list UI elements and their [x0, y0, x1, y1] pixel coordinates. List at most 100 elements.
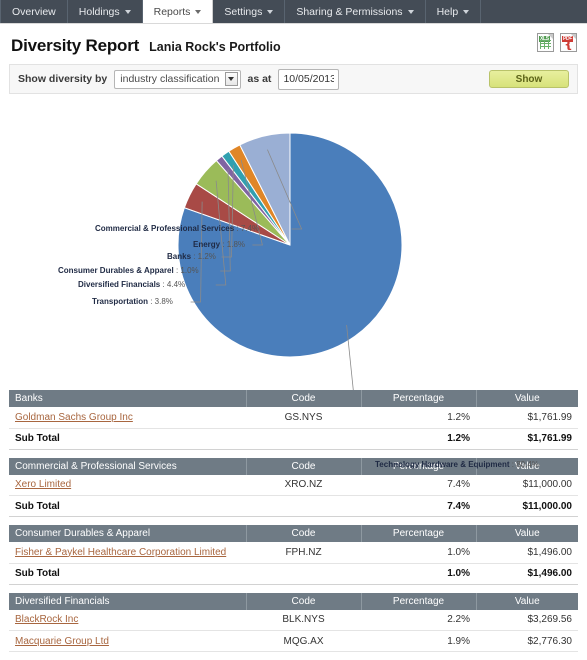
nav-item-label: Sharing & Permissions	[296, 5, 403, 18]
pie-slice-category: Consumer Durables & Apparel	[58, 266, 174, 275]
pie-slice-category: Transportation	[92, 297, 149, 306]
pct-cell: 7.4%	[361, 474, 476, 496]
as-at-label: as at	[247, 73, 272, 85]
table-header-row: Diversified Financials Code Percentage Valu…	[9, 592, 578, 610]
as-at-date-input[interactable]	[278, 68, 340, 90]
pie-slice-label: Consumer Durables & Apparel : 1.0%	[58, 266, 199, 275]
chevron-down-icon	[267, 9, 274, 14]
security-link[interactable]: Xero Limited	[15, 479, 71, 490]
table-row: BlackRock Inc BLK.NYS 2.2% $3,269.56	[9, 609, 578, 631]
val-cell: $3,269.56	[476, 609, 578, 631]
chevron-down-icon	[195, 9, 202, 14]
subtotal-percentage: 1.0%	[361, 563, 476, 585]
val-cell: $11,000.00	[476, 474, 578, 496]
nav-item-label: Overview	[12, 5, 56, 18]
nav-item-settings[interactable]: Settings	[213, 0, 286, 23]
pdf-export-icon[interactable]: PDF ❴	[560, 33, 577, 52]
column-header-code[interactable]: Code	[246, 457, 362, 475]
nav-item-label: Holdings	[78, 5, 120, 18]
pie-slice-category: Energy	[193, 240, 221, 249]
security-name-cell: Goldman Sachs Group Inc	[9, 407, 246, 429]
column-header-percentage[interactable]: Percentage	[361, 592, 477, 610]
pie-slice-label: Energy : 1.8%	[193, 240, 245, 249]
diversity-type-value: industry classification	[120, 73, 220, 85]
table-row: Fisher & Paykel Healthcare Corporation L…	[9, 542, 578, 564]
xls-export-icon[interactable]: XLS	[537, 33, 554, 52]
pie-slice-category: Banks	[167, 252, 192, 261]
security-link[interactable]: Macquarie Group Ltd	[15, 636, 109, 647]
subtotal-label: Sub Total	[9, 495, 246, 517]
nav-item-sharing-permissions[interactable]: Sharing & Permissions	[285, 0, 426, 23]
pie-slice-value: : 3.8%	[148, 297, 173, 306]
subtotal-code-cell	[246, 563, 361, 585]
pct-cell: 1.0%	[361, 542, 476, 564]
nav-item-holdings[interactable]: Holdings	[68, 0, 143, 23]
table-row: Xero Limited XRO.NZ 7.4% $11,000.00	[9, 474, 578, 496]
subtotal-label: Sub Total	[9, 563, 246, 585]
subtotal-row: Sub Total 7.4% $11,000.00	[9, 495, 578, 517]
diversity-pie-chart: Commercial & Professional Services : 7.4…	[0, 100, 587, 469]
diversity-report-page: Overview Holdings Reports Settings Sharing &…	[0, 0, 587, 660]
diversity-group: Diversified Financials Code Percentage Valu…	[9, 592, 578, 652]
filter-toolbar: Show diversity by industry classificatio…	[9, 64, 578, 94]
spreadsheet-grid	[540, 40, 551, 49]
security-link[interactable]: Goldman Sachs Group Inc	[15, 412, 133, 423]
pie-slice-value: : 1.0%	[173, 266, 199, 275]
pie-slice-value: : 80.4%	[509, 460, 539, 469]
nav-item-label: Help	[436, 5, 459, 18]
nav-item-label: Reports	[153, 5, 191, 18]
security-name-cell: Macquarie Group Ltd	[9, 630, 246, 652]
diversity-group: Banks Code Percentage Value Goldman Sachs Gr…	[9, 390, 578, 450]
column-header-percentage[interactable]: Percentage	[361, 525, 477, 542]
pct-cell: 1.9%	[361, 630, 476, 652]
security-name-cell: Xero Limited	[9, 474, 246, 496]
code-cell: MQG.AX	[246, 630, 361, 652]
pie-slice-category: Commercial & Professional Services	[95, 224, 235, 233]
code-cell: XRO.NZ	[246, 474, 361, 496]
diversity-tables: Banks Code Percentage Value Goldman Sachs Gr…	[0, 390, 587, 652]
subtotal-code-cell	[246, 495, 361, 517]
group-name-header: Diversified Financials	[9, 592, 247, 610]
security-link[interactable]: Fisher & Paykel Healthcare Corporation L…	[15, 547, 226, 558]
column-header-code[interactable]: Code	[246, 390, 362, 407]
page-title: Diversity Report	[11, 36, 140, 55]
pie-slice-value: : 1.2%	[191, 252, 216, 261]
diversity-type-select[interactable]: industry classification	[114, 69, 241, 89]
chevron-down-icon[interactable]	[224, 72, 238, 86]
pie-slice-label: Technology Hardware & Equipment : 80.4%	[375, 460, 539, 469]
group-name-header: Commercial & Professional Services	[9, 457, 247, 475]
column-header-percentage[interactable]: Percentage	[361, 390, 477, 407]
pie-slice-category: Technology Hardware & Equipment	[375, 460, 510, 469]
subtotal-value: $1,496.00	[476, 563, 578, 585]
security-name-cell: Fisher & Paykel Healthcare Corporation L…	[9, 542, 246, 564]
pie-chart-svg	[177, 132, 403, 390]
group-name-header: Consumer Durables & Apparel	[9, 525, 247, 542]
chevron-down-icon	[124, 9, 131, 14]
show-button[interactable]: Show	[489, 70, 569, 88]
security-link[interactable]: BlackRock Inc	[15, 614, 78, 625]
pie-slice-value: : 7.4%	[234, 224, 260, 233]
nav-item-overview[interactable]: Overview	[0, 0, 68, 23]
subtotal-percentage: 7.4%	[361, 495, 476, 517]
subtotal-row: Sub Total 1.0% $1,496.00	[9, 563, 578, 585]
column-header-value[interactable]: Value	[476, 390, 578, 407]
val-cell: $1,761.99	[476, 407, 578, 429]
column-header-value[interactable]: Value	[476, 525, 578, 542]
column-header-code[interactable]: Code	[246, 525, 362, 542]
nav-item-help[interactable]: Help	[426, 0, 482, 23]
subtotal-row: Sub Total 1.2% $1,761.99	[9, 428, 578, 450]
table-header-row: Consumer Durables & Apparel Code Percentag…	[9, 525, 578, 542]
pie-slice-value: : 1.8%	[220, 240, 246, 249]
subtotal-percentage: 1.2%	[361, 428, 476, 450]
export-icons: XLS PDF ❴	[537, 33, 577, 52]
column-header-code[interactable]: Code	[246, 592, 362, 610]
column-header-value[interactable]: Value	[476, 592, 578, 610]
val-cell: $2,776.30	[476, 630, 578, 652]
diversity-group: Consumer Durables & Apparel Code Percentag…	[9, 525, 578, 585]
nav-item-reports[interactable]: Reports	[142, 0, 214, 23]
val-cell: $1,496.00	[476, 542, 578, 564]
chevron-down-icon	[463, 9, 470, 14]
pie-slice-value: : 4.4%	[160, 280, 186, 289]
chevron-down-icon	[407, 9, 414, 14]
code-cell: BLK.NYS	[246, 609, 361, 631]
